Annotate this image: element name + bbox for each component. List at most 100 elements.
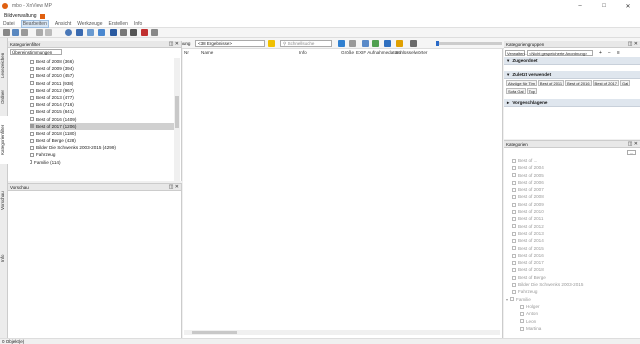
menu-datei[interactable]: Datei — [3, 21, 15, 27]
save-icon[interactable] — [12, 29, 19, 36]
batch-icon[interactable] — [110, 29, 117, 36]
checkbox[interactable] — [30, 95, 34, 100]
recent-tag[interactable]: Best of 2017 — [592, 80, 620, 86]
view-icon[interactable] — [76, 29, 83, 36]
tool-icon[interactable] — [362, 40, 369, 47]
tab-info[interactable]: Info — [0, 250, 8, 266]
checkbox[interactable] — [512, 246, 516, 251]
checkbox[interactable] — [30, 102, 34, 107]
tab-bookmarks[interactable]: Lesezeichen — [0, 50, 8, 80]
category-item[interactable]: Best of 2012 — [512, 223, 640, 230]
zoom-slider-thumb[interactable] — [436, 41, 439, 46]
tree-item[interactable]: Best of 2012 (967) — [30, 87, 174, 94]
zoom-slider[interactable] — [436, 41, 502, 46]
tag-icon[interactable] — [372, 40, 379, 47]
menu-icon[interactable]: ≡ — [617, 50, 620, 56]
checkbox[interactable] — [30, 81, 34, 86]
col-nr[interactable]: Nr — [184, 50, 189, 55]
grid-icon[interactable] — [21, 29, 28, 36]
checkbox[interactable] — [512, 275, 516, 280]
checkbox[interactable] — [520, 312, 524, 317]
category-item[interactable]: Best of 2014 — [512, 237, 640, 244]
tree-item-selected[interactable]: Best of 2017 (1206) — [30, 122, 174, 130]
forward-icon[interactable] — [45, 29, 52, 36]
checkbox[interactable] — [512, 282, 516, 287]
checkbox[interactable] — [512, 290, 516, 295]
manage-combo[interactable]: Verwalten... — [505, 49, 528, 56]
category-item[interactable]: Best of 2011 — [512, 215, 640, 222]
add-icon[interactable]: + — [599, 50, 602, 56]
tree-item[interactable]: Best of 2010 (457) — [30, 72, 174, 79]
recent-tag[interactable]: Best of 2011 — [537, 80, 565, 86]
checkbox[interactable] — [520, 319, 524, 324]
settings-icon[interactable] — [151, 29, 158, 36]
options-button[interactable]: … — [627, 150, 636, 155]
checkbox[interactable] — [30, 131, 34, 136]
category-item[interactable]: Best of 2017 — [512, 259, 640, 266]
tree-item[interactable]: Best of 2008 (366) — [30, 58, 174, 65]
recent-tag[interactable]: Top — [526, 88, 538, 94]
tree-item[interactable]: Best of 2016 (1409) — [30, 116, 174, 123]
category-item[interactable]: Leon — [512, 318, 640, 325]
checkbox[interactable] — [512, 217, 516, 222]
category-item[interactable]: Best of 2018 — [512, 266, 640, 273]
checkbox[interactable] — [30, 160, 33, 165]
tree-item[interactable]: Best of 2018 (1180) — [30, 130, 174, 137]
tree-item[interactable]: ▸Familie (114) — [30, 159, 174, 166]
tree-item[interactable]: Best of Berge (428) — [30, 137, 174, 144]
nav-icon[interactable] — [338, 40, 345, 47]
category-item[interactable]: Best of 2015 — [512, 245, 640, 252]
back-icon[interactable] — [36, 29, 43, 36]
col-name[interactable]: Name — [201, 50, 213, 55]
checkbox[interactable] — [30, 146, 34, 151]
menu-info[interactable]: Info — [134, 21, 142, 27]
checkbox[interactable] — [30, 110, 34, 115]
checkbox[interactable] — [512, 260, 516, 265]
checkbox[interactable] — [512, 253, 516, 258]
checkbox[interactable] — [30, 59, 34, 64]
col-info[interactable]: Info — [299, 50, 307, 55]
checkbox[interactable] — [512, 209, 516, 214]
remove-icon[interactable]: − — [608, 50, 611, 56]
star-icon[interactable] — [268, 40, 275, 47]
horizontal-scrollbar[interactable] — [184, 330, 500, 335]
tree-item[interactable]: Best of 2013 (477) — [30, 94, 174, 101]
arrangement-combo[interactable]: <Nicht gespeicherte Anordnung> — [527, 49, 593, 56]
recent-tag[interactable]: Best of 2016 — [565, 80, 592, 86]
checkbox[interactable] — [512, 173, 516, 178]
match-combo[interactable]: Übereinstimmungen — [10, 49, 62, 55]
checkbox[interactable] — [30, 74, 34, 79]
category-item[interactable]: Best of 2013 — [512, 230, 640, 237]
panel-controls-icon[interactable]: ◫ ✕ — [169, 41, 179, 48]
category-item[interactable]: ▾ Familie — [506, 296, 640, 303]
category-item[interactable]: Fahrzeug — [512, 288, 640, 295]
checkbox[interactable] — [512, 239, 516, 244]
category-item[interactable]: Best of 2005 — [512, 172, 640, 179]
tree-item[interactable]: Best of 2009 (394) — [30, 65, 174, 72]
tree-scrollbar[interactable] — [174, 58, 180, 181]
tab-preview[interactable]: Vorschau — [0, 190, 8, 212]
category-item[interactable]: Best of 2008 — [512, 193, 640, 200]
checkbox[interactable] — [512, 180, 516, 185]
section-recent[interactable]: ▾ Zuletzt verwendet — [504, 71, 640, 79]
checkbox[interactable] — [512, 268, 516, 273]
checkbox[interactable] — [520, 326, 524, 331]
maximize-button[interactable]: □ — [592, 0, 616, 12]
tab-folders[interactable]: Ordner — [0, 86, 8, 108]
checkbox[interactable] — [512, 158, 516, 163]
category-item[interactable]: Anton — [512, 310, 640, 317]
menu-ansicht[interactable]: Ansicht — [55, 21, 71, 27]
close-button[interactable]: ✕ — [616, 0, 640, 12]
label-icon[interactable] — [384, 40, 391, 47]
minimize-button[interactable]: – — [568, 0, 592, 12]
category-item[interactable]: Best of 2016 — [512, 252, 640, 259]
tab-category-filter[interactable]: Kategorienfilter — [0, 116, 8, 164]
menu-erstellen[interactable]: Erstellen — [108, 21, 127, 27]
panel-controls-icon[interactable]: ◫ ✕ — [628, 141, 638, 148]
category-item[interactable]: Best of 2007 — [512, 186, 640, 193]
tree-item[interactable]: Best of 2015 (841) — [30, 108, 174, 115]
category-item[interactable]: Martina — [512, 325, 640, 332]
checkbox[interactable] — [30, 88, 34, 93]
thumbs-icon[interactable] — [410, 40, 417, 47]
checkbox[interactable] — [512, 231, 516, 236]
